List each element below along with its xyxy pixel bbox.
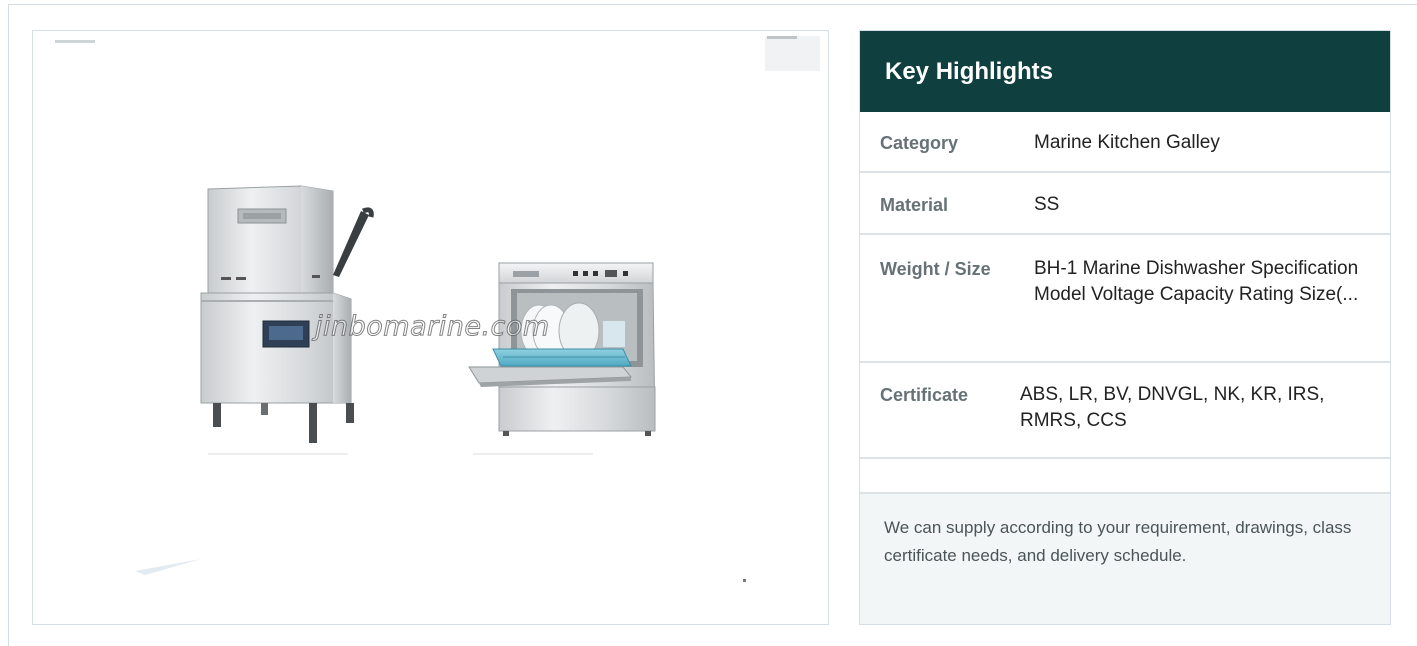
highlight-row-weight-size: Weight / Size BH-1 Marine Dishwasher Spe… bbox=[860, 235, 1390, 363]
product-image[interactable]: jinbomarine.com bbox=[32, 30, 829, 625]
highlight-value: ABS, LR, BV, DNVGL, NK, KR, IRS, RMRS, C… bbox=[1020, 384, 1325, 431]
highlights-title: Key Highlights bbox=[885, 57, 1054, 85]
highlight-value: Marine Kitchen Galley bbox=[1034, 132, 1220, 153]
key-highlights-panel: Key Highlights Category Marine Kitchen G… bbox=[859, 30, 1391, 625]
highlight-row-empty bbox=[860, 459, 1390, 494]
highlight-row-category: Category Marine Kitchen Galley bbox=[860, 112, 1390, 173]
highlight-label: Category bbox=[880, 133, 959, 153]
highlight-label: Certificate bbox=[880, 385, 969, 405]
highlight-label: Weight / Size bbox=[880, 259, 991, 279]
highlight-value: SS bbox=[1034, 194, 1060, 215]
supply-note: We can supply according to your requirem… bbox=[860, 494, 1390, 624]
highlight-label: Material bbox=[880, 195, 949, 215]
highlights-header: Key Highlights bbox=[860, 31, 1390, 112]
watermark: jinbomarine.com bbox=[315, 311, 550, 343]
highlight-row-certificate: Certificate ABS, LR, BV, DNVGL, NK, KR, … bbox=[860, 363, 1390, 459]
highlight-row-material: Material SS bbox=[860, 173, 1390, 235]
highlight-value: BH-1 Marine Dishwasher Specification Mod… bbox=[1034, 258, 1359, 305]
